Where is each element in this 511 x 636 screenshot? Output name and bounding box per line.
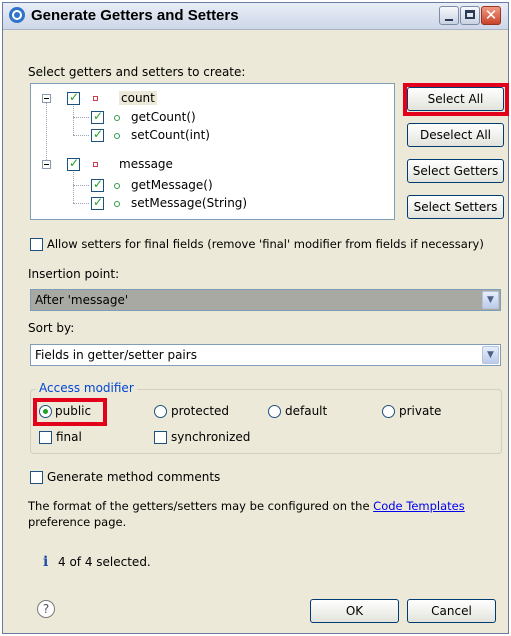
method-icon <box>114 201 120 207</box>
template-note: The format of the getters/setters may be… <box>28 499 465 513</box>
field-count-checkbox[interactable] <box>67 90 80 105</box>
method-icon <box>114 133 120 139</box>
generate-comments-checkbox[interactable] <box>30 471 43 484</box>
eclipse-icon <box>9 7 25 23</box>
synchronized-checkbox[interactable] <box>154 431 167 444</box>
method-label: setCount(int) <box>131 128 210 142</box>
help-icon[interactable]: ? <box>37 600 55 618</box>
insertion-point-select[interactable]: After 'message' ▼ <box>30 289 501 311</box>
tree-row-field-message[interactable]: message <box>31 156 391 174</box>
sort-by-label: Sort by: <box>28 321 75 335</box>
dialog-window: Generate Getters and Setters ✕ Select ge… <box>2 2 509 634</box>
minimize-button[interactable] <box>439 6 459 25</box>
radio-private-label: private <box>399 404 442 418</box>
field-icon <box>93 96 98 101</box>
members-tree[interactable]: count getCount() setCount(int) message g… <box>30 83 395 220</box>
maximize-button[interactable] <box>460 6 480 25</box>
field-icon <box>93 162 98 167</box>
select-setters-button[interactable]: Select Setters <box>407 195 504 219</box>
template-note-end: preference page. <box>28 515 127 529</box>
final-label: final <box>56 430 82 444</box>
prompt-label: Select getters and setters to create: <box>28 65 246 79</box>
tree-row-method[interactable]: getMessage() <box>31 176 391 194</box>
method-checkbox[interactable] <box>91 177 104 192</box>
method-label: getMessage() <box>131 178 213 192</box>
insertion-point-value: After 'message' <box>35 293 129 307</box>
radio-private[interactable] <box>382 405 395 418</box>
sort-by-select[interactable]: Fields in getter/setter pairs ▼ <box>30 344 501 366</box>
allow-final-label: Allow setters for final fields (remove '… <box>47 237 484 251</box>
radio-default-label: default <box>285 404 328 418</box>
cancel-button[interactable]: Cancel <box>407 599 496 623</box>
method-checkbox[interactable] <box>91 109 104 124</box>
title-bar: Generate Getters and Setters ✕ <box>3 3 508 30</box>
tree-row-field-count[interactable]: count <box>31 90 391 108</box>
method-checkbox[interactable] <box>91 195 104 210</box>
collapse-toggle-icon[interactable] <box>42 94 51 103</box>
method-icon <box>114 183 120 189</box>
allow-final-checkbox[interactable] <box>30 238 43 251</box>
tree-row-method[interactable]: getCount() <box>31 108 391 126</box>
chevron-down-icon[interactable]: ▼ <box>482 346 499 364</box>
ok-button[interactable]: OK <box>310 599 399 623</box>
minimize-icon <box>445 19 453 21</box>
field-count-label: count <box>119 91 157 105</box>
synchronized-label: synchronized <box>171 430 251 444</box>
code-templates-link[interactable]: Code Templates <box>373 499 465 513</box>
field-message-checkbox[interactable] <box>67 156 80 171</box>
method-label: getCount() <box>131 110 196 124</box>
highlight-box <box>33 398 107 426</box>
select-getters-button[interactable]: Select Getters <box>407 159 504 183</box>
method-label: setMessage(String) <box>131 196 248 210</box>
chevron-down-icon[interactable]: ▼ <box>482 291 499 309</box>
sort-by-value: Fields in getter/setter pairs <box>35 348 197 362</box>
close-button[interactable]: ✕ <box>481 6 501 25</box>
field-message-label: message <box>119 157 173 171</box>
final-checkbox[interactable] <box>39 431 52 444</box>
maximize-icon <box>465 10 475 19</box>
tree-row-method[interactable]: setMessage(String) <box>31 194 391 212</box>
window-title: Generate Getters and Setters <box>31 7 239 24</box>
method-checkbox[interactable] <box>91 127 104 142</box>
method-icon <box>114 115 120 121</box>
collapse-toggle-icon[interactable] <box>42 160 51 169</box>
radio-default[interactable] <box>268 405 281 418</box>
generate-comments-label: Generate method comments <box>47 470 221 484</box>
access-modifier-legend: Access modifier <box>36 381 137 395</box>
radio-protected[interactable] <box>154 405 167 418</box>
close-icon: ✕ <box>484 6 498 24</box>
highlight-box <box>403 83 509 116</box>
radio-protected-label: protected <box>171 404 230 418</box>
info-icon: i <box>43 554 49 570</box>
deselect-all-button[interactable]: Deselect All <box>407 123 504 147</box>
status-text: 4 of 4 selected. <box>58 555 151 569</box>
insertion-point-label: Insertion point: <box>28 267 120 281</box>
tree-row-method[interactable]: setCount(int) <box>31 126 391 144</box>
template-note-text: The format of the getters/setters may be… <box>28 499 370 513</box>
